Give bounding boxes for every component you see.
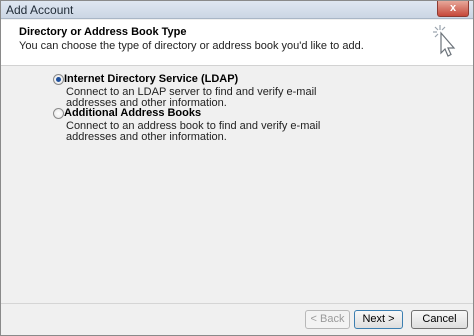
add-account-dialog: Add Account x Directory or Address Book … bbox=[0, 0, 474, 336]
ldap-description: Connect to an LDAP server to find and ve… bbox=[66, 86, 317, 109]
ldap-label[interactable]: Internet Directory Service (LDAP) bbox=[64, 73, 238, 85]
wizard-header: Directory or Address Book Type You can c… bbox=[1, 20, 473, 66]
window-title: Add Account bbox=[6, 3, 74, 17]
footer-divider bbox=[1, 303, 473, 304]
page-title: Directory or Address Book Type bbox=[19, 26, 187, 38]
next-button[interactable]: Next > bbox=[354, 310, 403, 329]
page-description: You can choose the type of directory or … bbox=[19, 40, 364, 52]
additional-address-books-label[interactable]: Additional Address Books bbox=[64, 107, 201, 119]
title-bar: Add Account x bbox=[1, 1, 473, 19]
cursor-click-icon bbox=[433, 25, 456, 57]
ldap-radio[interactable] bbox=[53, 74, 64, 85]
close-button[interactable]: x bbox=[437, 1, 469, 17]
wizard-content: Internet Directory Service (LDAP) Connec… bbox=[1, 67, 473, 303]
additional-address-books-description: Connect to an address book to find and v… bbox=[66, 120, 321, 143]
cancel-button[interactable]: Cancel bbox=[411, 310, 468, 329]
additional-address-books-radio[interactable] bbox=[53, 108, 64, 119]
back-button[interactable]: < Back bbox=[305, 310, 350, 329]
